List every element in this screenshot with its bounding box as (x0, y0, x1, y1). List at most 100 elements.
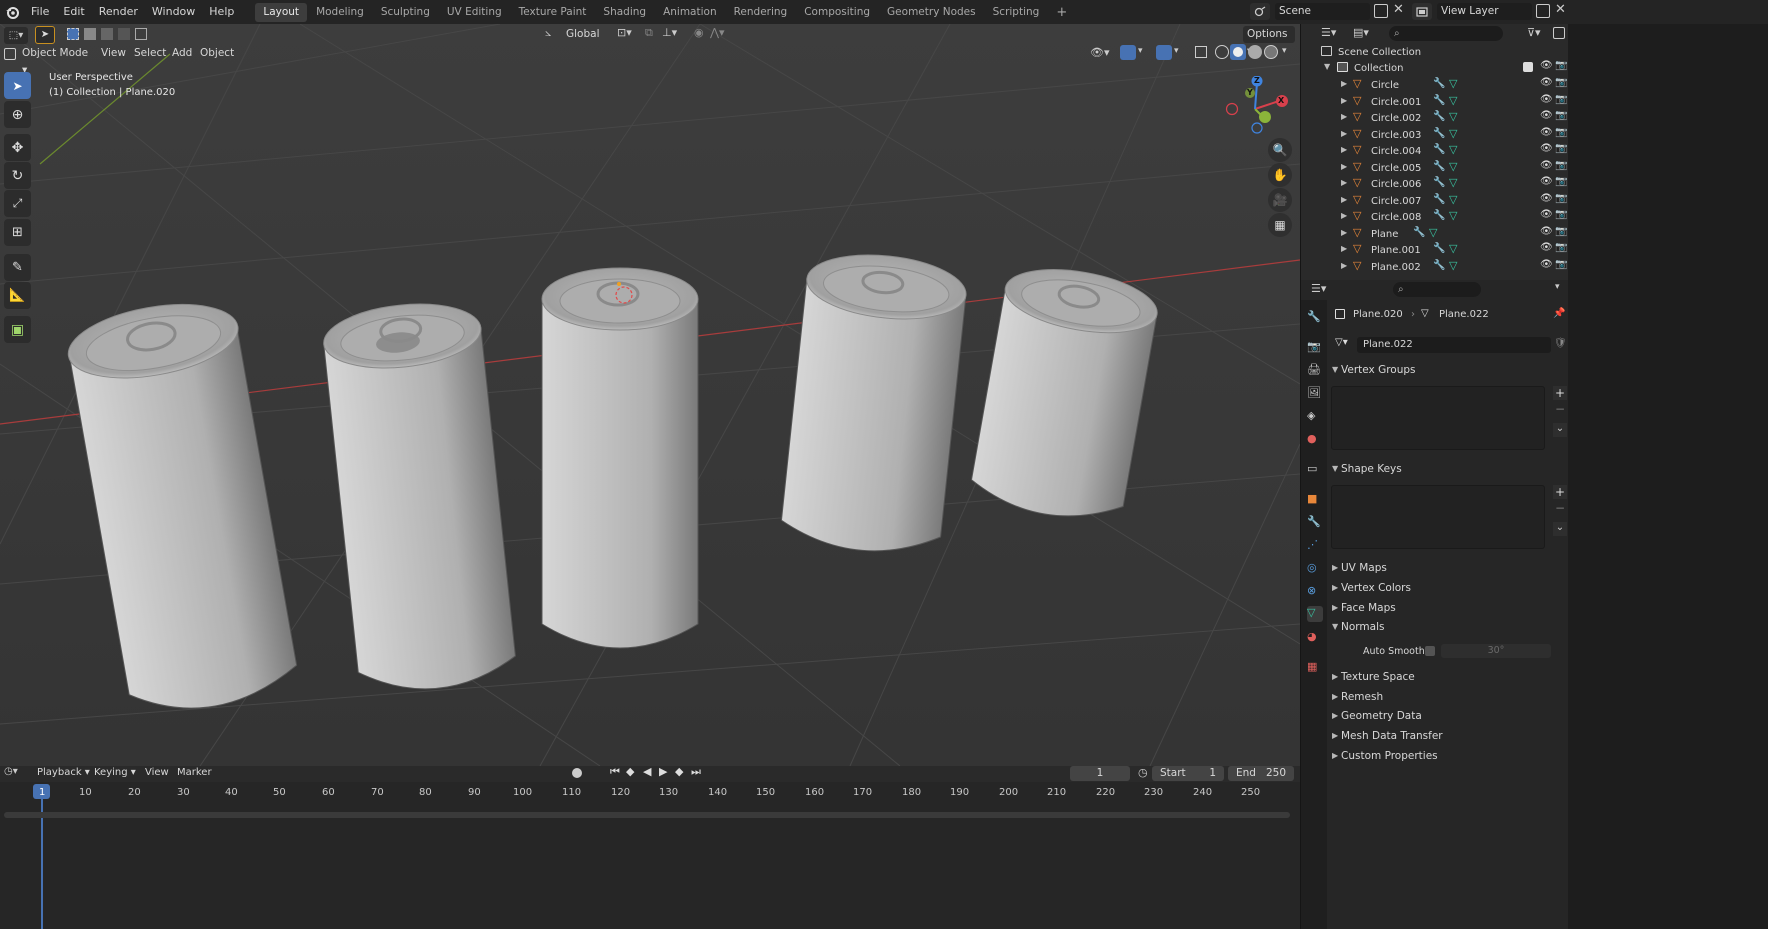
mesh-data-transfer-arrow-icon[interactable]: ▶ (1332, 731, 1338, 740)
tab-tool[interactable]: 🔧 (1307, 310, 1323, 326)
vertex-colors-arrow-icon[interactable]: ▶ (1332, 583, 1338, 592)
editor-type-icon-2[interactable] (4, 48, 16, 60)
solid-shading-icon[interactable] (1230, 44, 1246, 60)
orientation-dropdown[interactable]: Global (562, 26, 608, 43)
normals-arrow-icon[interactable]: ▼ (1332, 622, 1338, 631)
outliner-item[interactable]: ▶ ▽ Circle.001 🔧 ▽ 👁 📷 (1301, 94, 1568, 111)
tab-particles[interactable]: ⋰ (1307, 538, 1323, 554)
exclude-checkbox[interactable] (1523, 62, 1533, 72)
tab-texture-paint[interactable]: Texture Paint (511, 3, 595, 22)
render-camera-icon[interactable]: 📷 (1555, 77, 1567, 88)
render-camera-icon[interactable]: 📷 (1555, 60, 1567, 71)
rendered-shading-icon[interactable] (1264, 45, 1278, 59)
datablock-name-field[interactable]: Plane.022 (1357, 337, 1551, 353)
tab-scripting[interactable]: Scripting (985, 3, 1048, 22)
xray-icon[interactable] (1195, 46, 1207, 58)
viewport-menu-object[interactable]: Object (200, 47, 234, 59)
tab-output[interactable]: 🖨 (1307, 363, 1323, 379)
new-view-layer-icon[interactable] (1536, 4, 1550, 18)
add-cube-tool[interactable]: ▣ (4, 316, 31, 343)
eye-icon[interactable]: 👁 (1540, 226, 1553, 237)
expand-arrow-icon[interactable]: ▶ (1341, 129, 1347, 138)
select-mode-subtract-icon[interactable] (101, 28, 113, 40)
eye-icon[interactable]: 👁 (1540, 209, 1553, 220)
proportional-edit-icon[interactable]: ◉ (694, 26, 704, 39)
timeline-scrollbar[interactable] (4, 812, 1290, 818)
tab-uv-editing[interactable]: UV Editing (439, 3, 510, 22)
new-scene-icon[interactable] (1374, 4, 1388, 18)
menu-window[interactable]: Window (145, 0, 202, 24)
render-camera-icon[interactable]: 📷 (1555, 176, 1567, 187)
eye-icon[interactable]: 👁 (1540, 77, 1553, 88)
tab-view-layer[interactable]: 🖼 (1307, 386, 1323, 402)
delete-view-layer-icon[interactable]: ✕ (1555, 2, 1566, 17)
select-tool-icon[interactable]: ➤ (35, 26, 55, 44)
tab-object[interactable]: ■ (1307, 492, 1323, 508)
next-keyframe-icon[interactable]: ◆ (675, 765, 683, 778)
scene-selector-icon[interactable] (1250, 3, 1270, 20)
shape-keys-header[interactable]: Shape Keys (1341, 463, 1402, 475)
tab-physics[interactable]: ◎ (1307, 561, 1323, 577)
auto-smooth-angle-field[interactable]: 30° (1441, 644, 1551, 658)
render-camera-icon[interactable]: 📷 (1555, 209, 1567, 220)
tab-sculpting[interactable]: Sculpting (373, 3, 438, 22)
eye-icon[interactable]: 👁 (1540, 143, 1553, 154)
eye-icon[interactable]: 👁 (1540, 60, 1553, 71)
expand-arrow-icon[interactable]: ▶ (1341, 96, 1347, 105)
vertex-groups-list[interactable] (1331, 386, 1545, 450)
shape-keys-list[interactable] (1331, 485, 1545, 549)
vertex-group-add-button[interactable]: + (1553, 386, 1567, 400)
display-mode-icon[interactable]: ▤▾ (1353, 26, 1369, 39)
tab-layout[interactable]: Layout (255, 2, 308, 22)
options-dropdown[interactable]: Options ▾ (1243, 26, 1295, 57)
select-mode-new-icon[interactable] (67, 28, 79, 40)
move-tool[interactable]: ✥ (4, 134, 31, 161)
properties-search-input[interactable]: ⌕ (1393, 282, 1481, 297)
snap-icon[interactable]: ⧉ (645, 26, 653, 40)
outliner-item[interactable]: ▶ ▽ Plane.001 🔧 ▽ 👁 📷 (1301, 242, 1568, 259)
3d-viewport[interactable]: ⬚▾ ➤ ⦣ Global ⊡▾ ⧉ ⊥▾ ◉ ⋀▾ Options ▾ Obj… (0, 24, 1300, 766)
tab-shading[interactable]: Shading (595, 3, 654, 22)
texture-space-arrow-icon[interactable]: ▶ (1332, 672, 1338, 681)
tab-render[interactable]: 📷 (1307, 340, 1323, 356)
mesh-data-transfer-header[interactable]: Mesh Data Transfer (1341, 730, 1443, 742)
shape-key-add-button[interactable]: + (1553, 485, 1567, 499)
current-frame-field[interactable]: 1 (1070, 766, 1130, 781)
render-camera-icon[interactable]: 📷 (1555, 143, 1567, 154)
expand-arrow-icon[interactable]: ▶ (1341, 178, 1347, 187)
render-camera-icon[interactable]: 📷 (1555, 242, 1567, 253)
viewport-menu-view[interactable]: View (101, 47, 126, 59)
render-camera-icon[interactable]: 📷 (1555, 259, 1567, 270)
tab-texture[interactable]: ▦ (1307, 660, 1323, 676)
viewport-menu-add[interactable]: Add (172, 47, 192, 59)
outliner-item[interactable]: ▶ ▽ Plane 🔧 ▽ 👁 📷 (1301, 226, 1568, 243)
shape-keys-arrow-icon[interactable]: ▼ (1332, 464, 1338, 473)
remesh-arrow-icon[interactable]: ▶ (1332, 692, 1338, 701)
menu-help[interactable]: Help (202, 0, 241, 24)
vertex-groups-header[interactable]: Vertex Groups (1341, 364, 1416, 376)
remesh-header[interactable]: Remesh (1341, 691, 1383, 703)
transform-tool[interactable]: ⊞ (4, 219, 31, 246)
datablock-browser-icon[interactable]: ▽▾ (1335, 337, 1348, 348)
timeline-menu-view[interactable]: View (145, 767, 169, 778)
select-box-tool[interactable]: ➤ (4, 72, 31, 99)
orientation-icon[interactable]: ⦣ (545, 26, 551, 40)
render-camera-icon[interactable]: 📷 (1555, 226, 1567, 237)
gizmo-toggle-icon[interactable] (1120, 45, 1136, 60)
pin-icon[interactable]: 📌 (1553, 308, 1565, 319)
mode-dropdown[interactable]: Object Mode ▾ (18, 45, 90, 76)
texture-space-header[interactable]: Texture Space (1341, 671, 1415, 683)
expand-arrow-icon[interactable]: ▶ (1341, 195, 1347, 204)
end-frame-field[interactable]: End 250 (1228, 766, 1294, 781)
material-shading-icon[interactable] (1248, 45, 1262, 59)
eye-icon[interactable]: 👁 (1540, 127, 1553, 138)
tab-geometry-nodes[interactable]: Geometry Nodes (879, 3, 984, 22)
menu-edit[interactable]: Edit (56, 0, 91, 24)
scene-field[interactable]: Scene (1275, 3, 1370, 20)
tab-animation[interactable]: Animation (655, 3, 725, 22)
vertex-groups-arrow-icon[interactable]: ▼ (1332, 365, 1338, 374)
tab-modifiers[interactable]: 🔧 (1307, 515, 1323, 531)
uv-maps-header[interactable]: UV Maps (1341, 562, 1387, 574)
outliner-item[interactable]: ▶ ▽ Circle.007 🔧 ▽ 👁 📷 (1301, 193, 1568, 210)
tab-data[interactable]: ▽ (1307, 606, 1323, 622)
